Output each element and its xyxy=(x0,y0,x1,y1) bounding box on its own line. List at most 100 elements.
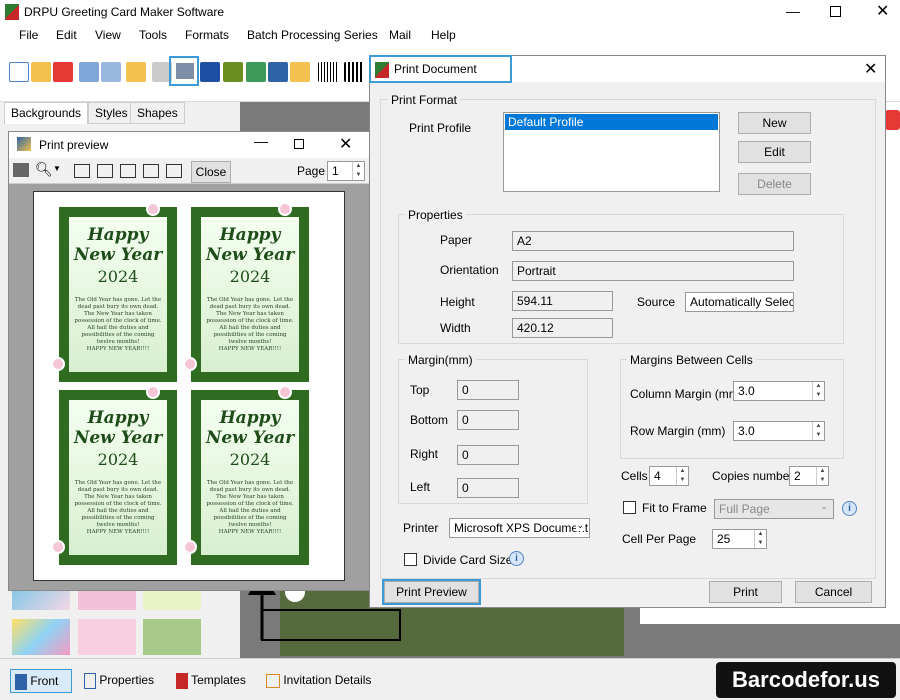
spinner-arrows[interactable]: ▲ ▼ xyxy=(352,162,364,180)
edit-button[interactable]: Edit xyxy=(738,141,811,163)
maximize-icon[interactable] xyxy=(294,139,304,149)
printer-select[interactable]: Microsoft XPS Document ⌄ xyxy=(449,518,590,538)
open-icon[interactable] xyxy=(31,62,51,82)
spinner-arrows[interactable]: ▲ ▼ xyxy=(754,530,766,548)
spinner-arrows[interactable]: ▲ ▼ xyxy=(676,467,688,485)
profile-list[interactable]: Default Profile xyxy=(503,112,720,192)
cancel-button[interactable]: Cancel xyxy=(795,581,872,603)
three-pages-icon[interactable] xyxy=(120,164,136,178)
source-label: Source xyxy=(637,295,676,309)
cells-stepper[interactable]: 4 ▲ ▼ xyxy=(649,466,689,486)
background-thumbnail[interactable] xyxy=(143,619,201,655)
info-icon[interactable]: i xyxy=(509,551,524,566)
copies-stepper[interactable]: 2 ▲ ▼ xyxy=(789,466,829,486)
brand-badge: Barcodefor.us xyxy=(716,662,896,698)
menu-mail[interactable]: Mail xyxy=(389,28,411,42)
new-button[interactable]: New xyxy=(738,112,811,134)
maximize-icon[interactable] xyxy=(830,6,841,17)
print-button[interactable]: Print xyxy=(709,581,782,603)
background-thumbnail[interactable] xyxy=(12,619,70,655)
tab-styles[interactable]: Styles xyxy=(88,102,135,124)
menu-help[interactable]: Help xyxy=(431,28,456,42)
barcode-linear-icon[interactable] xyxy=(344,62,364,82)
menu-batch-processing[interactable]: Batch Processing Series xyxy=(247,28,378,42)
minimize-icon[interactable]: — xyxy=(254,133,268,149)
two-pages-icon[interactable] xyxy=(97,164,113,178)
four-pages-icon[interactable] xyxy=(143,164,159,178)
orientation-label: Orientation xyxy=(440,263,499,277)
card-year: 2024 xyxy=(229,450,271,469)
card-year: 2024 xyxy=(97,267,139,286)
info-icon[interactable]: i xyxy=(842,501,857,516)
spinner-arrows[interactable]: ▲ ▼ xyxy=(812,382,824,400)
source-field[interactable]: Automatically Selec xyxy=(685,292,794,312)
print-icon[interactable] xyxy=(13,163,29,177)
tab-invitation-details[interactable]: Invitation Details xyxy=(266,669,371,693)
title-highlight xyxy=(369,55,512,83)
background-thumbnail[interactable] xyxy=(78,619,136,655)
new-icon[interactable] xyxy=(9,62,29,82)
pencil-icon[interactable] xyxy=(268,62,288,82)
fit-to-frame-checkbox[interactable] xyxy=(623,501,636,514)
spinner-arrows[interactable]: ▲ ▼ xyxy=(812,422,824,440)
page-stepper[interactable]: 1 ▲ ▼ xyxy=(327,161,365,181)
barcode-icon[interactable] xyxy=(318,62,338,82)
top-margin-field[interactable]: 0 xyxy=(457,380,519,400)
close-icon[interactable]: ✕ xyxy=(339,134,352,154)
right-label: Right xyxy=(410,447,439,461)
print-preview-icon[interactable] xyxy=(200,62,220,82)
close-file-icon[interactable] xyxy=(53,62,73,82)
tab-backgrounds[interactable]: Backgrounds xyxy=(4,102,89,124)
tab-templates-label: Templates xyxy=(191,673,246,687)
width-label: Width xyxy=(440,321,471,335)
six-pages-icon[interactable] xyxy=(166,164,182,178)
tab-front[interactable]: Front xyxy=(10,669,72,693)
tab-templates[interactable]: Templates xyxy=(176,669,246,693)
bottom-label: Bottom xyxy=(410,413,449,427)
line-icon[interactable] xyxy=(223,62,243,82)
height-field[interactable]: 594.11 xyxy=(512,291,613,311)
cell-per-page-stepper[interactable]: 25 ▲ ▼ xyxy=(712,529,767,549)
right-margin-field[interactable]: 0 xyxy=(457,445,519,465)
left-margin-field[interactable]: 0 xyxy=(457,478,519,498)
menu-edit[interactable]: Edit xyxy=(56,28,77,42)
delete-button[interactable]: Delete xyxy=(738,173,811,195)
tab-front-label: Front xyxy=(30,674,59,688)
image-icon[interactable] xyxy=(246,62,266,82)
column-margin-label: Column Margin (mm) xyxy=(630,387,743,401)
export-icon[interactable] xyxy=(126,62,146,82)
menu-file[interactable]: File xyxy=(19,28,38,42)
tab-properties[interactable]: Properties xyxy=(84,669,154,693)
minimize-icon[interactable]: — xyxy=(786,3,800,19)
page-label: Page xyxy=(297,164,326,178)
zoom-icon[interactable]: 🔍︎ xyxy=(35,161,53,178)
column-margin-stepper[interactable]: 3.0 ▲ ▼ xyxy=(733,381,825,401)
close-icon[interactable]: ✕ xyxy=(876,1,889,21)
close-button[interactable]: Close xyxy=(191,161,231,183)
close-icon[interactable]: ✕ xyxy=(864,59,877,79)
card-preview: Happy New Year 2024 The Old Year has gon… xyxy=(183,202,309,382)
margin-label: Margin(mm) xyxy=(405,353,476,367)
orientation-field[interactable]: Portrait xyxy=(512,261,794,281)
row-margin-stepper[interactable]: 3.0 ▲ ▼ xyxy=(733,421,825,441)
menu-tools[interactable]: Tools xyxy=(139,28,167,42)
menu-view[interactable]: View xyxy=(95,28,121,42)
print-button-highlight[interactable] xyxy=(169,56,199,86)
fit-select[interactable]: Full Page ⌄ xyxy=(714,499,834,519)
one-page-icon[interactable] xyxy=(74,164,90,178)
flower-decoration xyxy=(278,202,292,216)
bottom-margin-field[interactable]: 0 xyxy=(457,410,519,430)
shape-icon[interactable] xyxy=(290,62,310,82)
tab-shapes[interactable]: Shapes xyxy=(130,102,185,124)
paper-field[interactable]: A2 xyxy=(512,231,794,251)
save-as-icon[interactable] xyxy=(101,62,121,82)
save-icon[interactable] xyxy=(79,62,99,82)
close-panel-icon[interactable] xyxy=(885,110,900,130)
divide-card-size-checkbox[interactable] xyxy=(404,553,417,566)
chevron-down-icon[interactable]: ▼ xyxy=(53,164,61,173)
menu-formats[interactable]: Formats xyxy=(185,28,229,42)
profile-list-item[interactable]: Default Profile xyxy=(505,114,718,130)
spinner-arrows[interactable]: ▲ ▼ xyxy=(816,467,828,485)
flower-decoration xyxy=(183,540,197,554)
width-field[interactable]: 420.12 xyxy=(512,318,613,338)
